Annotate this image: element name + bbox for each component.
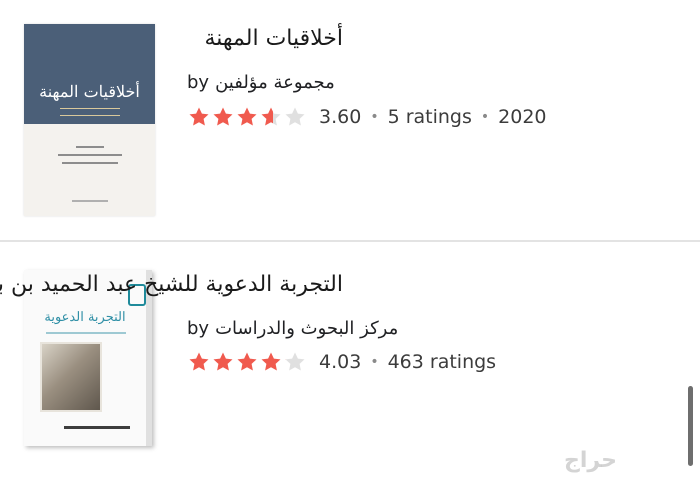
average-rating: 4.03 xyxy=(319,351,362,373)
scrollbar-thumb[interactable] xyxy=(688,386,693,466)
star-icon xyxy=(189,107,209,126)
star-rating xyxy=(187,105,307,129)
separator-dot: • xyxy=(370,109,379,125)
star-icon xyxy=(285,352,305,371)
author-line: by مركز البحوث والدراسات xyxy=(187,318,398,339)
cover-photo xyxy=(40,342,102,412)
publish-year: 2020 xyxy=(498,106,547,128)
star-icon xyxy=(237,107,257,126)
author-name[interactable]: مركز البحوث والدراسات xyxy=(215,318,398,339)
star-icon xyxy=(261,107,281,126)
star-rating xyxy=(187,350,307,374)
book-title[interactable]: أخلاقيات المهنة xyxy=(204,26,343,51)
cover-title-text: أخلاقيات المهنة xyxy=(39,82,140,101)
book-result-item[interactable]: أخلاقيات المهنة أخلاقيات المهنة by مجموعة… xyxy=(0,0,700,240)
cover-subtitle-line xyxy=(46,332,126,334)
cover-title-text: التجربة الدعوية xyxy=(44,310,126,325)
cover-text-line xyxy=(72,200,108,202)
book-title[interactable]: التجربة الدعوية للشيخ عبد الحميد بن بادي… xyxy=(0,272,343,297)
cover-text-line xyxy=(76,146,104,148)
star-icon xyxy=(213,352,233,371)
cover-text-line xyxy=(62,162,118,164)
star-icon xyxy=(285,107,305,126)
rating-row: 3.60 • 5 ratings • 2020 xyxy=(187,104,547,130)
ratings-count: 5 ratings xyxy=(387,106,472,128)
book-search-results: أخلاقيات المهنة أخلاقيات المهنة by مجموعة… xyxy=(0,0,700,486)
star-icon xyxy=(261,352,281,371)
cover-ornament xyxy=(60,108,120,116)
star-icon xyxy=(189,352,209,371)
author-line: by مجموعة مؤلفين xyxy=(187,72,335,93)
cover-publisher-line xyxy=(64,426,130,429)
watermark-logo: حراج xyxy=(564,448,617,473)
ratings-count: 463 ratings xyxy=(387,351,497,373)
author-name[interactable]: مجموعة مؤلفين xyxy=(215,72,335,93)
book-cover-image[interactable]: أخلاقيات المهنة xyxy=(24,24,155,216)
star-icon xyxy=(213,107,233,126)
by-label: by xyxy=(187,318,210,339)
separator-dot: • xyxy=(370,354,379,370)
by-label: by xyxy=(187,72,210,93)
rating-row: 4.03 • 463 ratings xyxy=(187,349,496,375)
separator-dot: • xyxy=(480,109,490,125)
cover-text-line xyxy=(58,154,122,156)
star-icon xyxy=(237,352,257,371)
average-rating: 3.60 xyxy=(319,106,362,128)
